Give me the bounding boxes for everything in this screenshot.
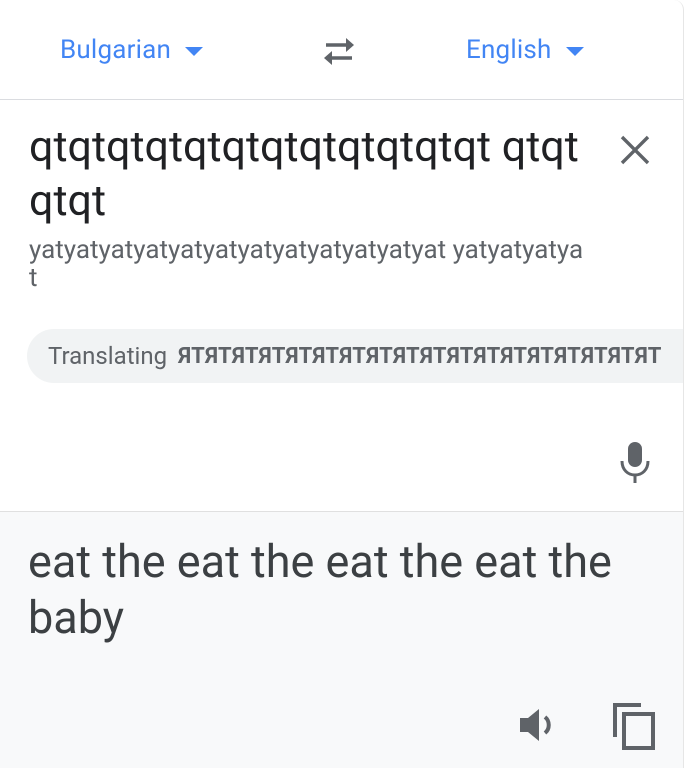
transliteration-text: yatyatyatyatyatyatyatyatyatyatyatyat yat… — [29, 235, 584, 293]
suggestion-text: ЯТЯТЯТЯТЯТЯТЯТЯТЯТЯТЯТЯТЯТЯТЯТЯТЯТЯТ — [178, 343, 662, 369]
translation-output: eat the eat the eat the eat the baby — [28, 535, 612, 644]
translation-panel: eat the eat the eat the eat the baby — [0, 511, 683, 768]
language-bar: Bulgarian English — [0, 0, 683, 100]
copy-button[interactable] — [611, 701, 657, 751]
copy-icon — [613, 703, 655, 750]
source-text-input[interactable]: qtqtqtqtqtqtqtqtqtqtqtqt qtqtqtqt — [29, 120, 589, 228]
target-language-label: English — [466, 35, 552, 65]
suggestion-prefix: Translating — [48, 342, 168, 370]
clear-input-button[interactable] — [617, 132, 653, 168]
listen-button[interactable] — [518, 705, 560, 745]
translate-card: Bulgarian English qtqtqtqtqtqtqtqtqtqtqt… — [0, 0, 684, 768]
swap-arrows-icon — [324, 38, 354, 65]
close-icon — [620, 135, 650, 165]
speaker-icon — [520, 709, 551, 741]
source-language-label: Bulgarian — [60, 35, 172, 65]
source-language-selector[interactable]: Bulgarian — [60, 30, 204, 70]
voice-input-button[interactable] — [618, 440, 652, 484]
caret-down-icon — [565, 47, 584, 56]
swap-languages-button[interactable] — [318, 33, 360, 69]
target-language-selector[interactable]: English — [466, 30, 584, 70]
caret-down-icon — [185, 47, 204, 56]
translating-suggestion-chip[interactable]: Translating ЯТЯТЯТЯТЯТЯТЯТЯТЯТЯТЯТЯТЯТЯТ… — [27, 329, 683, 383]
microphone-icon — [620, 442, 650, 483]
undo-button[interactable]: UN — [682, 342, 683, 370]
